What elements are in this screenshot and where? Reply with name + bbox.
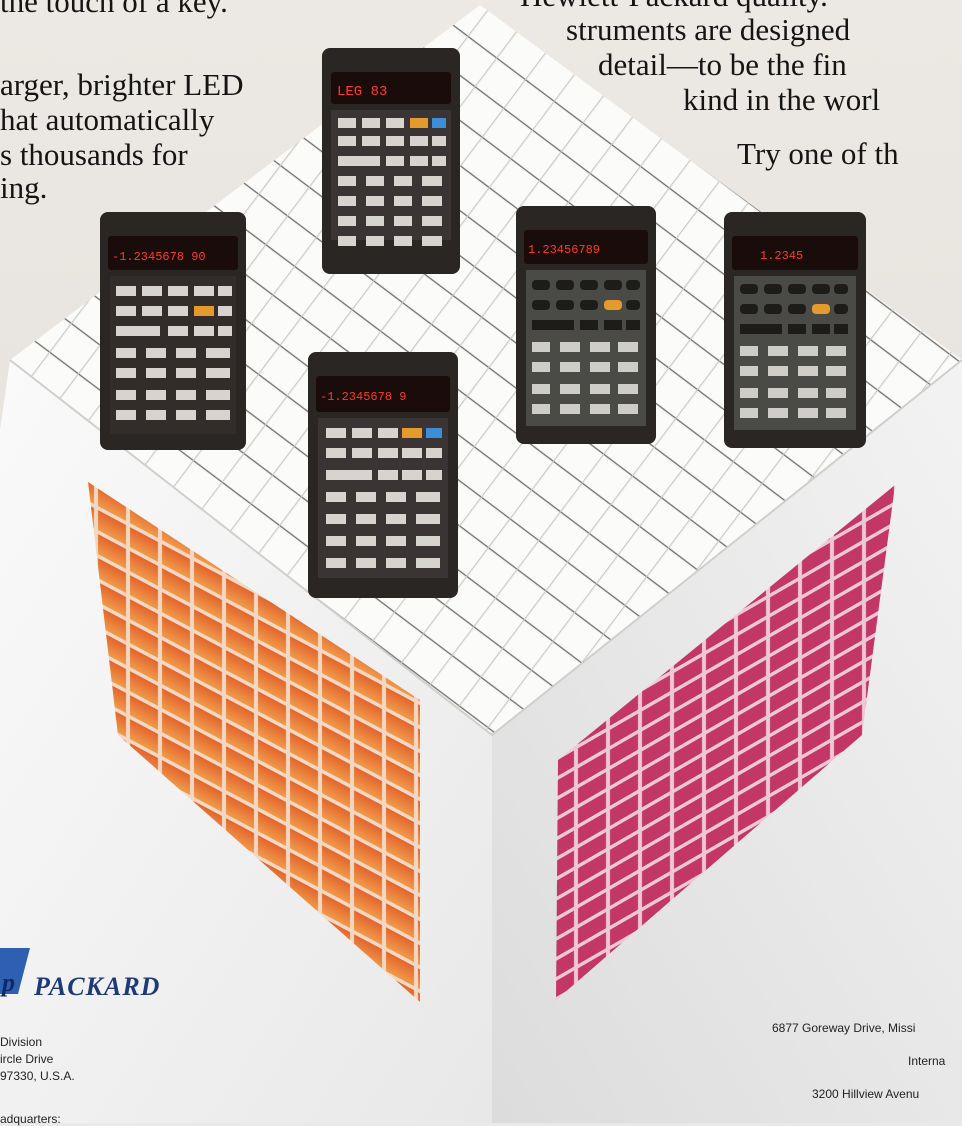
calculator-1: LEG 83	[322, 48, 460, 274]
headline-right-line-5: Try one of th	[737, 136, 899, 171]
headline-left-line-5: ing.	[0, 170, 48, 205]
calc-4-display: 1.23456789	[528, 243, 600, 257]
headline-right-line-2: struments are designed	[566, 12, 851, 47]
address-left-line-3: 97330, U.S.A.	[0, 1069, 75, 1083]
calculator-5: 1.2345	[724, 212, 866, 448]
headline-right-line-1: Hewlett-Packard quality.	[520, 0, 828, 11]
address-left-line-1: Division	[0, 1035, 43, 1049]
calculator-4: 1.23456789	[516, 206, 656, 444]
headline-left-line-2: arger, brighter LED	[0, 67, 244, 102]
hp-logo-letter: p	[2, 968, 15, 997]
headline-right-line-3: detail—to be the fin	[598, 47, 847, 82]
brand-name: PACKARD	[34, 972, 161, 1001]
calc-1-display: LEG 83	[337, 84, 387, 100]
calc-3-display: -1.2345678 9	[320, 390, 406, 404]
address-right-line-1: 6877 Goreway Drive, Missi	[772, 1021, 916, 1035]
headline-left-line-3: hat automatically	[0, 102, 215, 137]
address-right-line-2: Interna	[908, 1054, 946, 1068]
address-right-line-3: 3200 Hillview Avenu	[812, 1087, 920, 1101]
calc-5-display: 1.2345	[760, 249, 803, 263]
headline-left-line-1: the touch of a key.	[0, 0, 228, 19]
address-left-line-4: adquarters:	[0, 1112, 61, 1126]
calculator-3: -1.2345678 9	[308, 352, 458, 598]
headline-left-line-4: s thousands for	[0, 137, 188, 172]
address-left-line-2: ircle Drive	[0, 1052, 54, 1066]
calc-2-display: -1.2345678 90	[112, 250, 206, 264]
calculator-2: -1.2345678 90	[100, 212, 246, 450]
headline-right-line-4: kind in the worl	[683, 82, 881, 117]
